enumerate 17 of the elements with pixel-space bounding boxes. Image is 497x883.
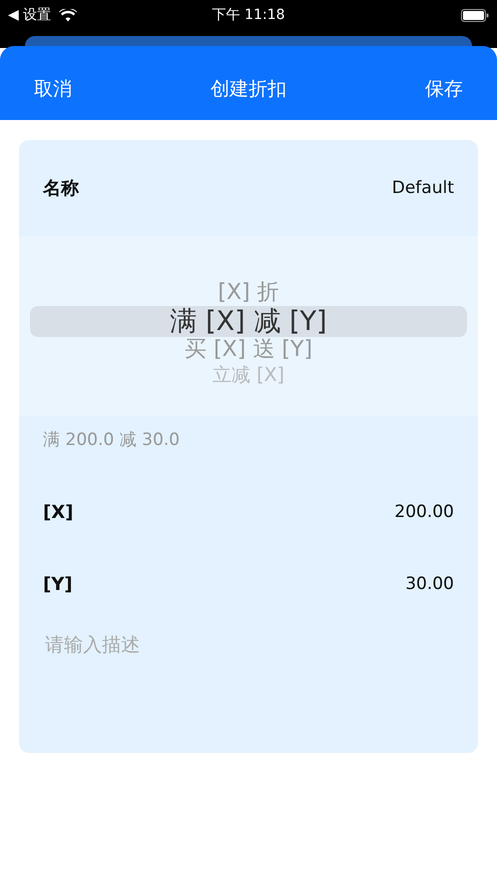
discount-summary: 满 200.0 减 30.0 (42, 429, 181, 452)
field-value[interactable]: Default (392, 178, 454, 198)
field-label: 名称 (43, 177, 79, 200)
save-button[interactable]: 保存 (415, 72, 473, 106)
field-label: [Y] (43, 574, 72, 594)
status-time: 下午 11:18 (212, 6, 285, 24)
picker-option[interactable]: 满 [X] 减 [Y] (30, 306, 467, 338)
field-value[interactable]: 30.00 (405, 574, 454, 594)
back-to-app-link[interactable]: ◀ 设置 (8, 6, 52, 24)
description-field[interactable]: 请输入描述 (43, 630, 454, 694)
field-value[interactable]: 200.00 (394, 502, 454, 522)
wifi-icon (59, 8, 78, 22)
page-title: 创建折扣 (210, 77, 286, 102)
battery-icon (461, 8, 489, 22)
type-picker[interactable]: [X] 折 满 [X] 减 [Y] 买 [X] 送 [Y] 立减 [X] (19, 236, 478, 416)
field-label: [X] (43, 502, 74, 522)
cancel-button[interactable]: 取消 (24, 72, 82, 106)
